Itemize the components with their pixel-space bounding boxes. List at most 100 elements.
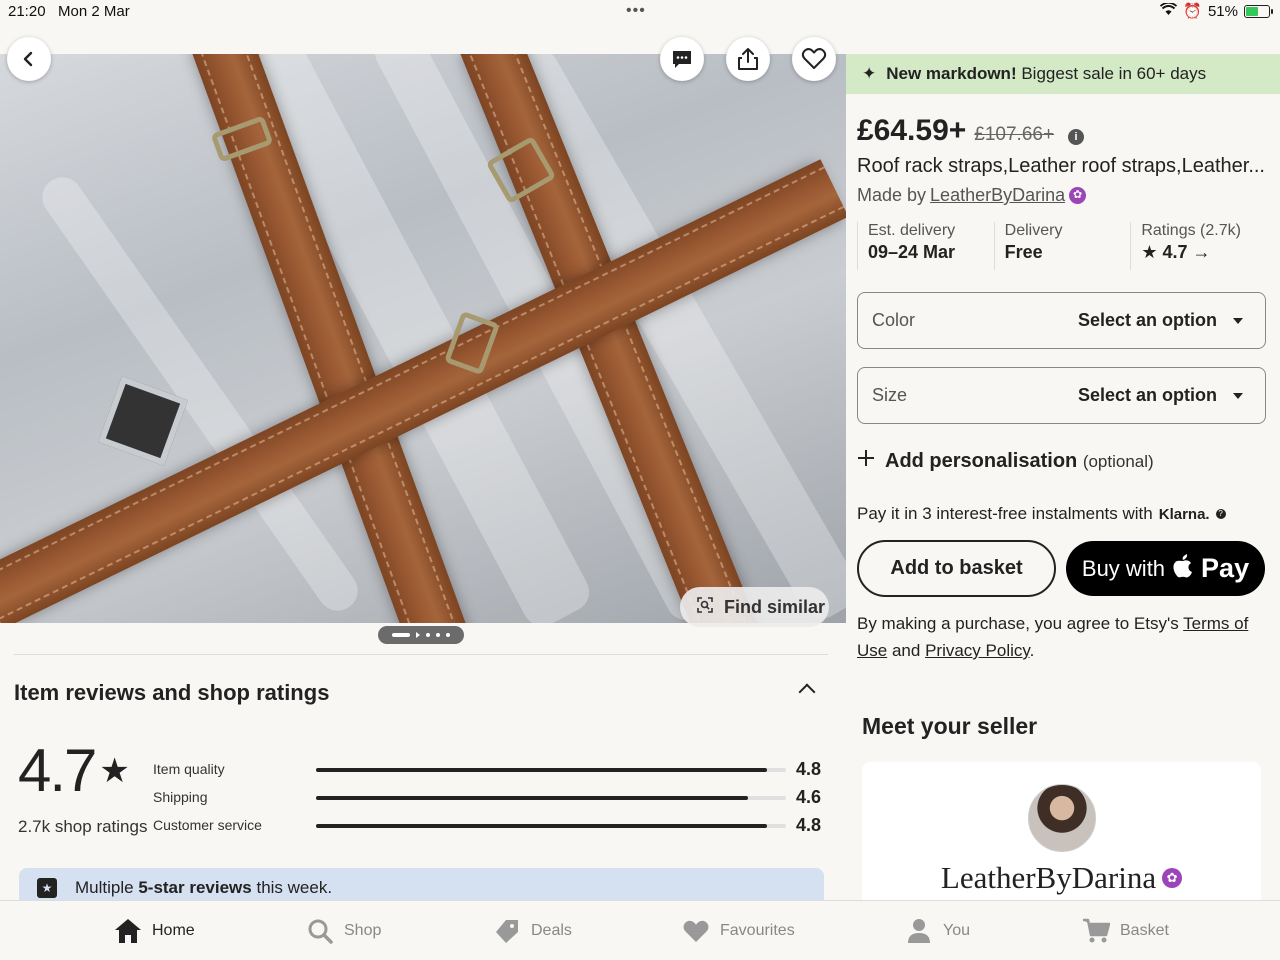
- home-icon: [114, 917, 142, 945]
- tab-favourites[interactable]: Favourites: [682, 901, 795, 960]
- back-button[interactable]: [7, 37, 51, 81]
- product-title[interactable]: Roof rack straps,Leather roof straps,Lea…: [857, 155, 1267, 178]
- size-select-value: Select an option: [1077, 385, 1217, 405]
- tab-shop[interactable]: Shop: [306, 901, 381, 960]
- status-right: ⏰ 51%: [1160, 1, 1273, 20]
- battery-percent: 51%: [1207, 2, 1238, 20]
- metric-bar-fill: [316, 824, 768, 828]
- star-icon: ★: [99, 751, 130, 790]
- markdown-banner: ✦ New markdown! Biggest sale in 60+ days: [846, 54, 1280, 94]
- wifi-icon: [1160, 1, 1178, 20]
- pay-label: Pay: [1201, 553, 1250, 583]
- shop-ratings-count: 2.7k shop ratings: [18, 817, 148, 836]
- personalisation-optional: (optional): [1082, 451, 1154, 471]
- tab-label: Home: [152, 922, 195, 939]
- notice-prefix: Multiple: [75, 878, 134, 897]
- rating-metric: Item quality 4.8: [153, 759, 823, 782]
- chevron-up-icon[interactable]: [798, 683, 816, 701]
- tab-label: Shop: [344, 922, 382, 939]
- favourite-button[interactable]: [792, 37, 836, 81]
- overall-rating: 4.7 ★: [18, 736, 130, 805]
- metric-bar-fill: [316, 796, 749, 800]
- tab-label: Basket: [1120, 922, 1169, 939]
- cart-icon: [1082, 917, 1110, 945]
- product-facts: Est. delivery 09–24 Mar Delivery Free Ra…: [857, 222, 1267, 270]
- metric-label: Item quality: [153, 761, 225, 777]
- status-date: Mon 2 Mar: [58, 3, 130, 20]
- buy-with-label: Buy with: [1081, 555, 1166, 581]
- metric-label: Customer service: [153, 817, 262, 833]
- tab-basket[interactable]: Basket: [1082, 901, 1169, 960]
- dropdown-caret-icon: [1233, 392, 1243, 399]
- fact-label: Est. delivery: [868, 222, 956, 239]
- find-similar-label: Find similar: [724, 596, 826, 617]
- tab-home[interactable]: Home: [114, 901, 195, 960]
- metric-bar: [316, 796, 786, 800]
- rating-metric: Customer service 4.8: [153, 815, 823, 838]
- rating-metric: Shipping 4.6: [153, 787, 823, 810]
- personalisation-label: Add personalisation: [885, 449, 1078, 472]
- bottom-tab-bar: Home Shop Deals Favourites You Basket: [0, 900, 1280, 960]
- divider: [14, 654, 828, 655]
- legal-prefix: By making a purchase, you agree to Etsy'…: [857, 614, 1179, 633]
- size-select[interactable]: Size Select an option: [857, 367, 1266, 424]
- product-image[interactable]: [0, 54, 846, 623]
- share-icon: [738, 48, 758, 70]
- multitasking-dots-icon[interactable]: •••: [626, 2, 646, 20]
- image-pager[interactable]: [378, 626, 464, 644]
- metric-bar: [316, 768, 786, 772]
- purchase-legal-text: By making a purchase, you agree to Etsy'…: [857, 610, 1257, 664]
- klarna-help-icon[interactable]: ?: [1215, 509, 1226, 519]
- seller-link[interactable]: LeatherByDarina: [930, 185, 1065, 206]
- seller-avatar[interactable]: [1028, 784, 1096, 852]
- alarm-icon: ⏰: [1183, 3, 1202, 20]
- plus-icon: [857, 449, 875, 473]
- seller-card[interactable]: LeatherByDarina ✿: [862, 762, 1261, 912]
- status-bar: 21:20 Mon 2 Mar ••• ⏰ 51%: [0, 0, 1280, 24]
- meet-seller-heading: Meet your seller: [862, 713, 1038, 739]
- heart-icon: [801, 48, 827, 69]
- pager-active: [392, 633, 410, 637]
- apple-pay-button[interactable]: Buy with Pay: [1066, 541, 1265, 596]
- fact-ratings[interactable]: Ratings (2.7k) ★ 4.7 →: [1130, 222, 1267, 270]
- legal-and: and: [891, 641, 921, 660]
- message-icon: [673, 51, 691, 68]
- fact-delivery-cost: Delivery Free: [993, 222, 1131, 270]
- made-by: Made by LeatherByDarina ✿: [857, 185, 1087, 206]
- size-select-label: Size: [872, 385, 908, 405]
- battery-icon: [1244, 4, 1273, 18]
- made-by-prefix: Made by: [857, 185, 927, 205]
- dropdown-caret-icon: [1233, 317, 1243, 324]
- fact-label: Delivery: [1004, 222, 1063, 239]
- add-personalisation-button[interactable]: Add personalisation (optional): [857, 449, 1154, 473]
- price-info-icon[interactable]: i: [1068, 129, 1085, 145]
- notice-bold: 5-star reviews: [138, 878, 252, 897]
- overall-rating-value: 4.7: [18, 737, 97, 804]
- reviews-heading: Item reviews and shop ratings: [14, 680, 330, 705]
- add-to-basket-button[interactable]: Add to basket: [857, 540, 1056, 597]
- tab-you[interactable]: You: [905, 901, 970, 960]
- pager-dot: [436, 633, 440, 637]
- current-price: £64.59+: [857, 114, 967, 147]
- privacy-policy-link[interactable]: Privacy Policy: [925, 641, 1030, 660]
- color-select[interactable]: Color Select an option: [857, 292, 1266, 349]
- tab-label: Deals: [531, 922, 572, 939]
- apple-icon: [1173, 553, 1193, 584]
- tab-label: Favourites: [720, 922, 795, 939]
- sparkle-icon: ✦: [862, 64, 877, 83]
- star-seller-icon: ✿: [1162, 868, 1183, 888]
- color-select-value: Select an option: [1077, 310, 1217, 330]
- klarna-info: Pay it in 3 interest-free instalments wi…: [857, 504, 1226, 524]
- share-button[interactable]: [726, 37, 770, 81]
- tab-deals[interactable]: Deals: [493, 901, 572, 960]
- find-similar-button[interactable]: Find similar: [680, 587, 829, 627]
- star-seller-icon: ✿: [1069, 187, 1087, 204]
- metric-bar-fill: [316, 768, 768, 772]
- message-seller-button[interactable]: [660, 37, 704, 81]
- metric-value: 4.6: [796, 787, 822, 807]
- original-price: £107.66+: [974, 124, 1055, 145]
- seller-name[interactable]: LeatherByDarina ✿: [862, 860, 1261, 896]
- legal-end: .: [1029, 641, 1035, 660]
- visual-search-icon: [696, 596, 714, 619]
- fact-value: 09–24 Mar: [868, 242, 956, 262]
